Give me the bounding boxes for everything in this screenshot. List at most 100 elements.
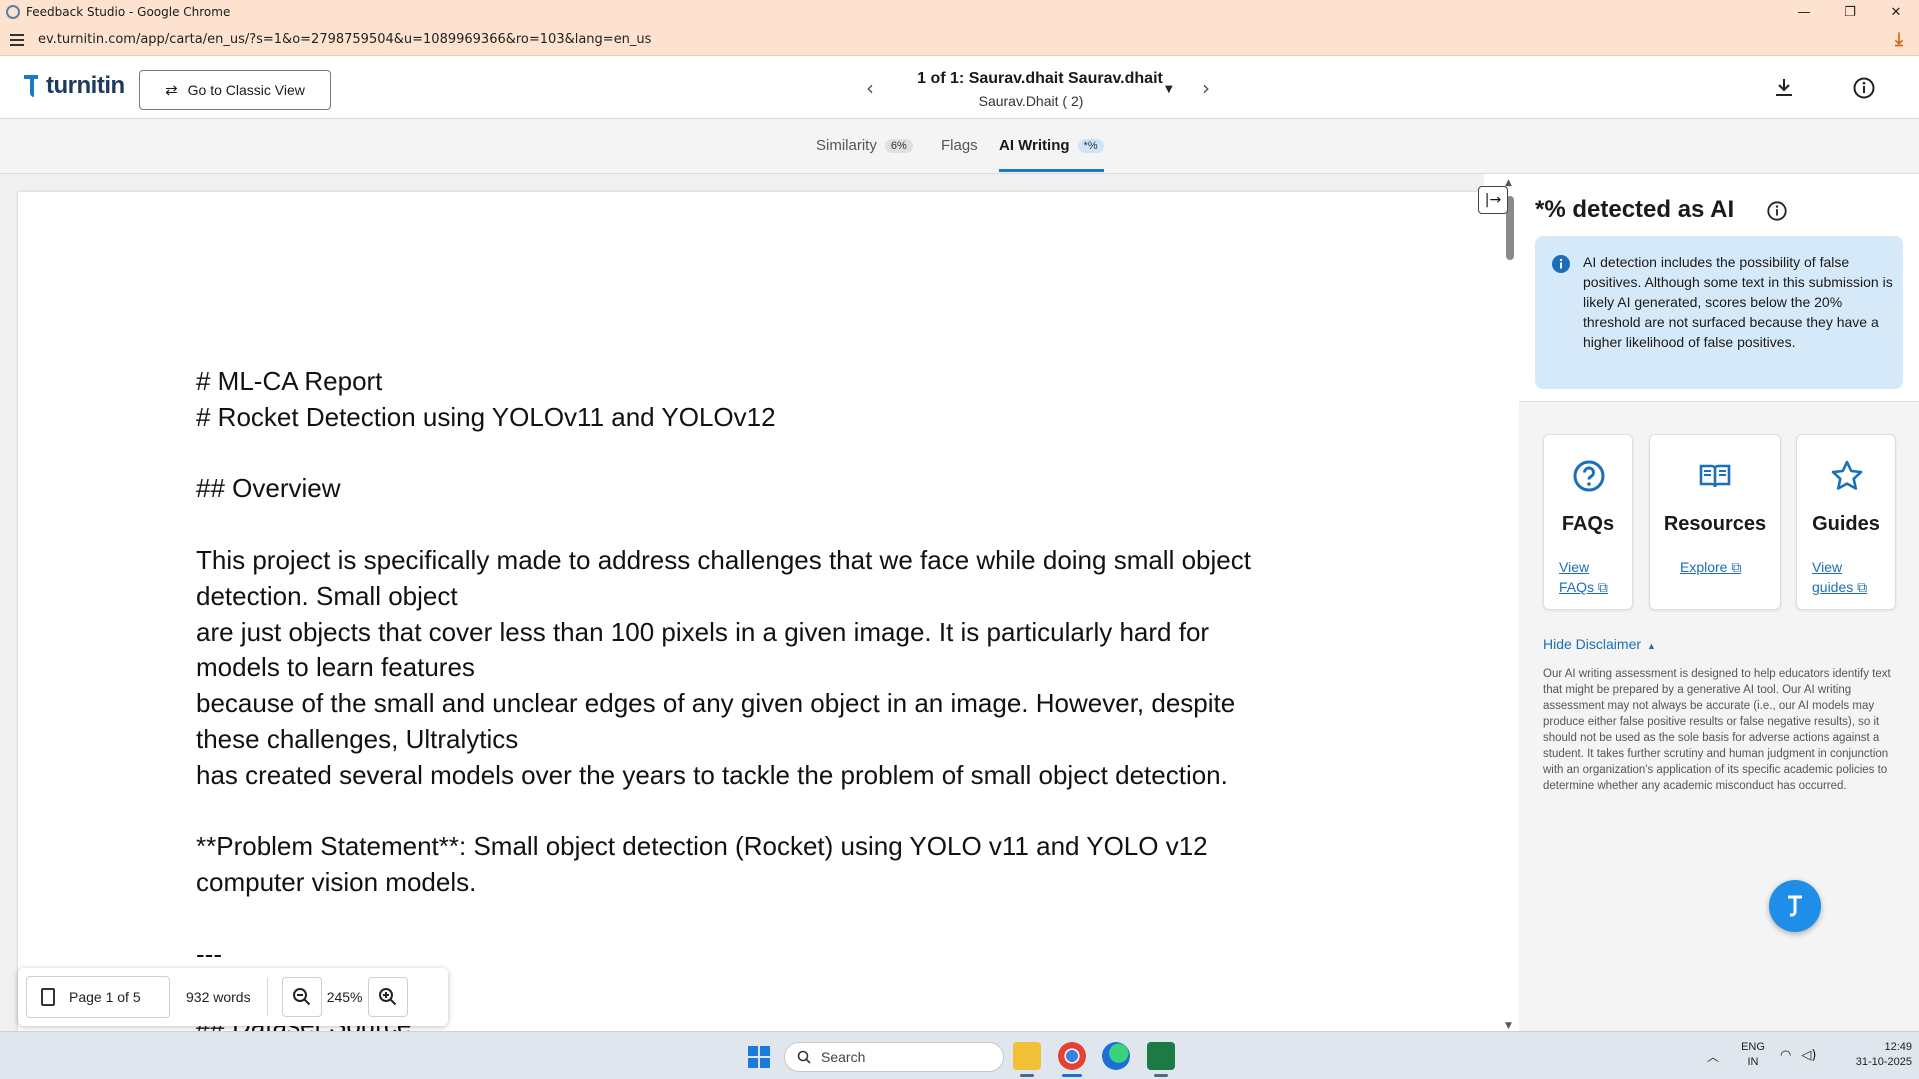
- tab-similarity[interactable]: Similarity 6%: [816, 137, 913, 154]
- minimize-icon[interactable]: —: [1781, 0, 1827, 24]
- document-icon: [41, 988, 55, 1006]
- ai-writing-badge: *%: [1077, 138, 1104, 153]
- previous-submission-icon[interactable]: ‹: [860, 78, 880, 98]
- submission-title[interactable]: 1 of 1: Saurav.dhait Saurav.dhait: [900, 70, 1180, 88]
- document-text: # ML-CA Report # Rocket Detection using Y…: [196, 364, 1336, 1031]
- ai-notice-box: AI detection includes the possibility of…: [1535, 236, 1903, 389]
- show-hidden-icons-icon[interactable]: ︿: [1707, 1048, 1719, 1065]
- ai-detected-title: *% detected as AI: [1535, 196, 1735, 223]
- url-field[interactable]: ev.turnitin.com/app/carta/en_us/?s=1&o=2…: [38, 32, 651, 47]
- window-controls: — ❐ ✕: [1781, 0, 1919, 24]
- tabs-row: Similarity 6% Flags AI Writing *%: [0, 119, 1919, 174]
- go-to-classic-view-button[interactable]: ⇄ Go to Classic View: [139, 70, 331, 110]
- logo-text: turnitin: [46, 72, 125, 99]
- view-guides-link[interactable]: View guides ⧉: [1812, 557, 1882, 597]
- question-circle-icon: [1573, 460, 1605, 492]
- document-line: because of the small and unclear edges o…: [196, 688, 1236, 719]
- ai-info-icon[interactable]: [1766, 200, 1788, 222]
- ai-summary-section: *% detected as AI AI detection includes …: [1519, 174, 1919, 402]
- site-settings-icon[interactable]: [10, 33, 24, 46]
- submission-dropdown-icon[interactable]: ▼: [1165, 84, 1173, 95]
- star-icon: [1831, 460, 1863, 490]
- zoom-out-icon: [292, 988, 310, 1006]
- chrome-icon[interactable]: [1058, 1042, 1086, 1070]
- ai-writing-panel: *% detected as AI AI detection includes …: [1519, 174, 1919, 1031]
- zoom-level: 245%: [326, 989, 363, 1005]
- turnitin-logo-mark: [22, 73, 42, 99]
- system-tray[interactable]: ◠ ◁): [1780, 1048, 1816, 1063]
- chrome-active-indicator: [1062, 1074, 1082, 1077]
- document-scrollbar[interactable]: ▲ ▼: [1504, 178, 1516, 1031]
- hide-disclaimer-toggle[interactable]: Hide Disclaimer ▲: [1543, 636, 1656, 652]
- excel-icon[interactable]: [1147, 1042, 1175, 1070]
- disclaimer-text: Our AI writing assessment is designed to…: [1543, 668, 1891, 792]
- submission-subtitle: Saurav.Dhait ( 2): [978, 93, 1084, 109]
- guides-title: Guides: [1812, 513, 1880, 535]
- browser-download-icon[interactable]: ⤓: [1889, 30, 1909, 50]
- wifi-icon[interactable]: ◠: [1780, 1048, 1791, 1063]
- windows-taskbar: Search ︿ ENG IN ◠ ◁) 12:49 31-10-2025: [0, 1031, 1919, 1079]
- search-icon: [797, 1050, 811, 1064]
- turnitin-mark-icon: [1788, 895, 1802, 917]
- app-header: turnitin ⇄ Go to Classic View ‹ 1 of 1: …: [0, 56, 1919, 119]
- edge-icon[interactable]: [1102, 1042, 1130, 1070]
- clock-date: 31-10-2025: [1855, 1056, 1912, 1068]
- address-bar: ev.turnitin.com/app/carta/en_us/?s=1&o=2…: [0, 24, 1919, 56]
- page-label: Page 1 of 5: [69, 989, 141, 1005]
- tab-flags[interactable]: Flags: [941, 137, 978, 154]
- clock-time: 12:49: [1884, 1041, 1912, 1053]
- view-faqs-label: View FAQs: [1559, 559, 1595, 595]
- document-line: these challenges, Ultralytics: [196, 723, 519, 754]
- document-line: computer vision models.: [196, 867, 477, 898]
- hide-disclaimer-label: Hide Disclaimer: [1543, 636, 1642, 652]
- faqs-card[interactable]: FAQs View FAQs ⧉: [1543, 434, 1633, 610]
- taskbar-search-placeholder: Search: [821, 1049, 866, 1065]
- tab-label: Similarity: [816, 137, 877, 154]
- external-link-icon: ⧉: [1857, 579, 1868, 595]
- scroll-down-icon[interactable]: ▼: [1505, 1021, 1512, 1031]
- tab-ai-writing[interactable]: AI Writing *%: [999, 137, 1104, 154]
- caret-up-icon: ▲: [1647, 641, 1656, 651]
- zoom-in-icon: [378, 988, 396, 1006]
- close-icon[interactable]: ✕: [1873, 0, 1919, 24]
- app-icon: [6, 5, 20, 19]
- similarity-badge: 6%: [884, 138, 913, 153]
- page-navigator-button[interactable]: Page 1 of 5: [26, 976, 170, 1018]
- restore-icon[interactable]: ❐: [1827, 0, 1873, 24]
- document-toolbar: Page 1 of 5 932 words 245%: [18, 968, 448, 1026]
- swap-arrows-icon: ⇄: [165, 82, 178, 99]
- volume-icon[interactable]: ◁): [1801, 1048, 1816, 1063]
- clock[interactable]: 12:49 31-10-2025: [1832, 1040, 1912, 1070]
- next-submission-icon[interactable]: ›: [1196, 78, 1216, 98]
- taskbar-search[interactable]: Search: [784, 1042, 1004, 1072]
- zoom-in-button[interactable]: [367, 977, 408, 1017]
- guides-card[interactable]: Guides View guides ⧉: [1796, 434, 1896, 610]
- collapse-arrow-icon: |→: [1484, 192, 1502, 208]
- resources-card[interactable]: Resources Explore ⧉: [1649, 434, 1781, 610]
- explorer-running-indicator: [1020, 1074, 1034, 1077]
- document-viewer[interactable]: # ML-CA Report # Rocket Detection using Y…: [0, 174, 1484, 1031]
- document-page: # ML-CA Report # Rocket Detection using Y…: [18, 192, 1484, 1031]
- language-indicator[interactable]: ENG IN: [1738, 1040, 1768, 1070]
- collapse-panel-button[interactable]: |→: [1478, 186, 1508, 214]
- explore-link[interactable]: Explore ⧉: [1680, 557, 1741, 577]
- notice-info-icon: [1552, 255, 1570, 273]
- file-explorer-icon[interactable]: [1013, 1042, 1041, 1070]
- windows-start-icon[interactable]: [748, 1046, 770, 1068]
- turnitin-help-button[interactable]: [1769, 880, 1821, 932]
- document-line: are just objects that cover less than 10…: [196, 616, 1210, 647]
- zoom-out-button[interactable]: [281, 977, 322, 1017]
- view-guides-label: View guides: [1812, 559, 1854, 595]
- download-icon[interactable]: [1772, 76, 1796, 100]
- turnitin-logo[interactable]: turnitin: [22, 72, 125, 100]
- explore-label: Explore: [1680, 559, 1728, 575]
- view-faqs-link[interactable]: View FAQs ⧉: [1559, 557, 1623, 597]
- book-icon: [1699, 464, 1731, 488]
- info-icon[interactable]: [1852, 76, 1876, 100]
- document-line: # ML-CA Report: [196, 366, 383, 396]
- document-line: This project is specifically made to add…: [196, 544, 1251, 575]
